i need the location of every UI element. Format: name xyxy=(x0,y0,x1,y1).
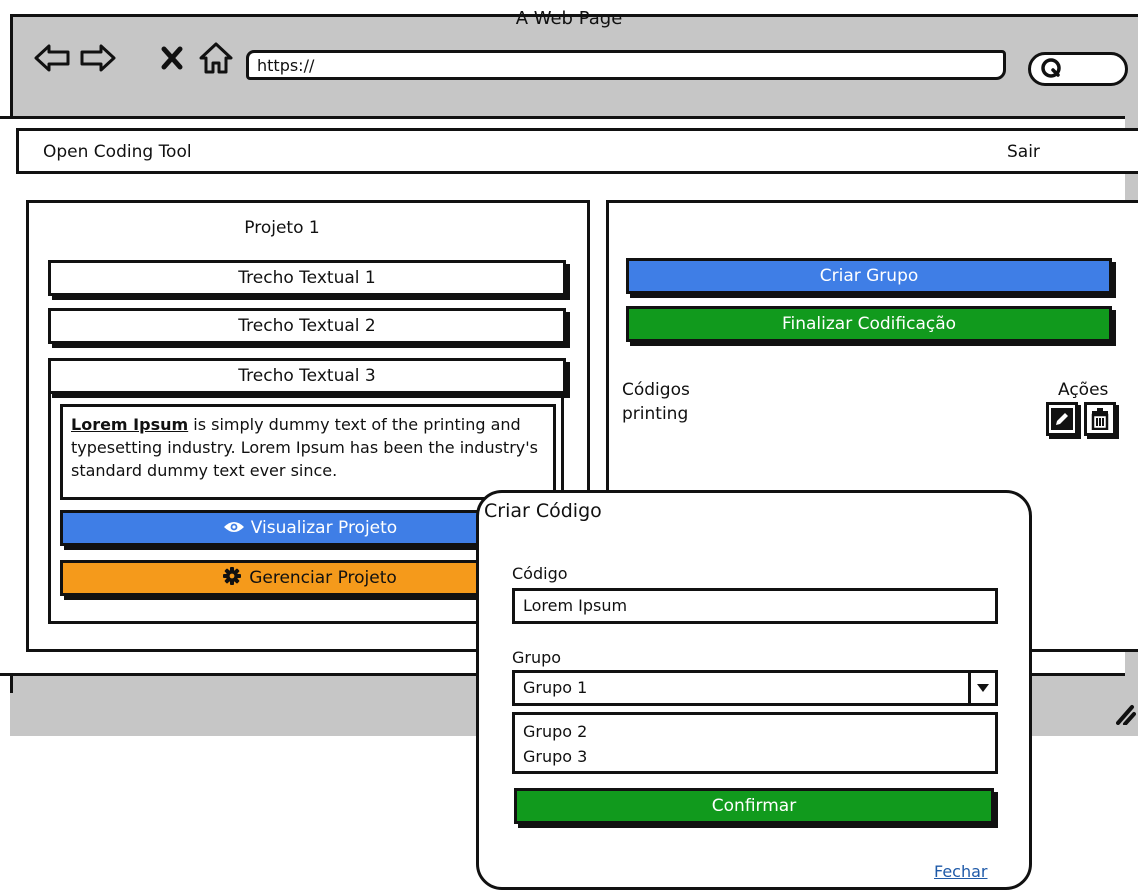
close-dialog-link[interactable]: Fechar xyxy=(934,862,988,881)
code-input[interactable]: Lorem Ipsum xyxy=(512,588,998,624)
confirm-button[interactable]: Confirmar xyxy=(514,788,994,824)
view-project-label: Visualizar Projeto xyxy=(250,518,398,538)
edit-code-button[interactable] xyxy=(1046,402,1078,436)
search-icon xyxy=(1041,58,1061,78)
back-button[interactable] xyxy=(32,38,72,78)
group-select-toggle[interactable] xyxy=(968,670,998,706)
url-bar[interactable]: https:// xyxy=(246,50,1006,80)
snippet-item-3[interactable]: Trecho Textual 3 xyxy=(48,358,566,394)
browser-search[interactable] xyxy=(1028,52,1128,86)
manage-project-label: Gerenciar Projeto xyxy=(249,568,397,588)
snippet-text: Lorem Ipsum is simply dummy text of the … xyxy=(60,404,556,500)
project-title: Projeto 1 xyxy=(244,218,320,238)
create-group-button[interactable]: Criar Grupo xyxy=(626,258,1112,294)
close-icon xyxy=(161,46,183,70)
delete-code-button[interactable] xyxy=(1084,402,1116,436)
snippet-item-1[interactable]: Trecho Textual 1 xyxy=(48,260,566,296)
highlighted-code-text[interactable]: Lorem Ipsum xyxy=(71,415,188,434)
forward-icon xyxy=(80,44,116,72)
pencil-icon xyxy=(1051,408,1073,430)
forward-button[interactable] xyxy=(78,38,118,78)
back-icon xyxy=(34,44,70,72)
home-icon xyxy=(199,42,233,74)
snippet-item-2[interactable]: Trecho Textual 2 xyxy=(48,308,566,344)
stop-button[interactable] xyxy=(152,38,192,78)
finish-coding-button[interactable]: Finalizar Codificação xyxy=(626,306,1112,342)
group-options-list: Grupo 2 Grupo 3 xyxy=(512,712,998,774)
eye-icon xyxy=(223,522,244,532)
app-title: Open Coding Tool xyxy=(43,142,192,162)
code-item: printing xyxy=(622,404,689,424)
codes-column: Códigos printing xyxy=(622,378,690,426)
codes-header: Códigos xyxy=(622,380,690,400)
trash-icon xyxy=(1091,408,1109,430)
logout-link[interactable]: Sair xyxy=(1007,142,1040,162)
group-option[interactable]: Grupo 3 xyxy=(523,744,987,769)
chevron-down-icon xyxy=(977,684,989,692)
group-select[interactable]: Grupo 1 xyxy=(512,670,998,706)
code-field-label: Código xyxy=(512,564,568,583)
home-button[interactable] xyxy=(196,38,236,78)
browser-title: A Web Page xyxy=(515,8,623,29)
dialog-title: Criar Código xyxy=(484,500,602,522)
group-field-label: Grupo xyxy=(512,648,562,667)
gear-icon xyxy=(223,567,242,585)
app-header: Open Coding Tool Sair xyxy=(16,128,1138,174)
group-option[interactable]: Grupo 2 xyxy=(523,719,987,744)
resize-grip-icon[interactable] xyxy=(1116,703,1136,725)
actions-header: Ações xyxy=(1058,380,1109,400)
